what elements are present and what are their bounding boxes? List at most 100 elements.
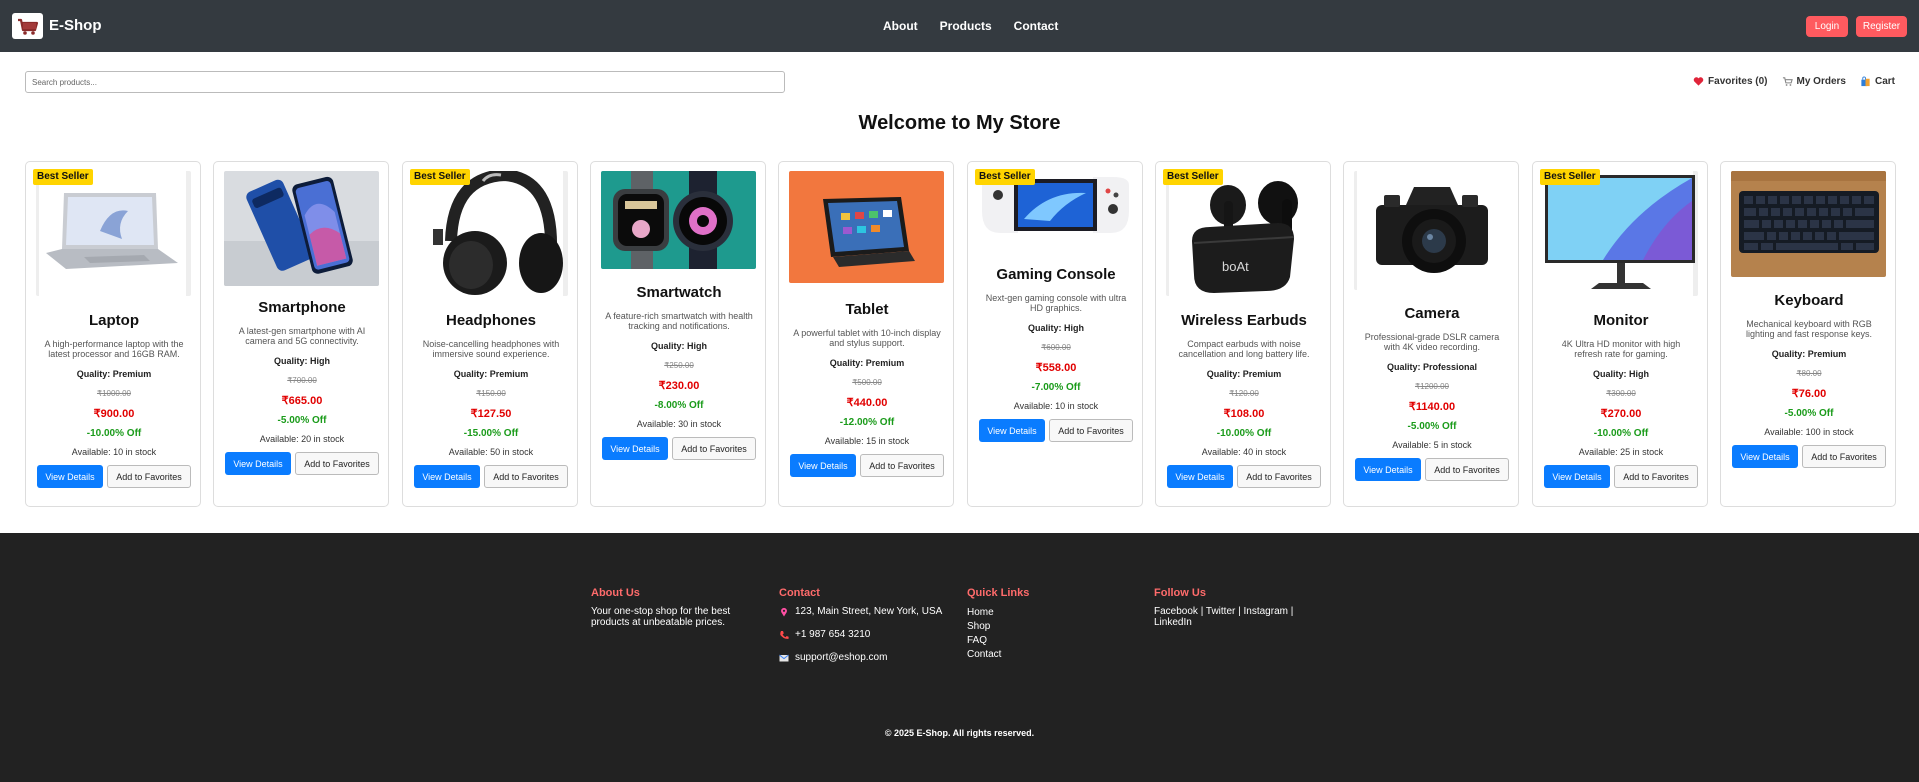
product-name[interactable]: Gaming Console <box>968 266 1144 284</box>
product-name[interactable]: Monitor <box>1533 312 1709 330</box>
product-card: Best Seller Monitor 4K Ultra HD monitor … <box>1532 161 1708 507</box>
user-links: Favorites (0) My Orders Cart <box>1679 76 1895 87</box>
monitor-image[interactable] <box>1543 171 1698 296</box>
footer-phone: +1 987 654 3210 <box>779 629 959 641</box>
product-quality: Quality: Premium <box>1771 349 1847 359</box>
stock-label: Available: 30 in stock <box>636 419 722 429</box>
sale-price: ₹230.00 <box>658 380 700 392</box>
footer-address: 123, Main Street, New York, USA <box>779 606 959 618</box>
cart-link[interactable]: Cart <box>1860 76 1895 87</box>
product-name[interactable]: Camera <box>1344 305 1520 323</box>
favorites-link[interactable]: Favorites (0) <box>1693 76 1768 87</box>
product-name[interactable]: Keyboard <box>1721 292 1897 310</box>
product-quality: Quality: High <box>1593 369 1649 379</box>
sale-price: ₹1140.00 <box>1408 401 1456 413</box>
login-button[interactable]: Login <box>1806 16 1848 37</box>
best-seller-badge: Best Seller <box>410 169 470 185</box>
view-details-button[interactable]: View Details <box>979 419 1045 442</box>
view-details-button[interactable]: View Details <box>1544 465 1610 488</box>
add-to-favorites-button[interactable]: Add to Favorites <box>484 465 568 488</box>
product-name[interactable]: Smartphone <box>214 299 390 317</box>
stock-label: Available: 10 in stock <box>1013 401 1099 411</box>
nav-contact[interactable]: Contact <box>1014 18 1059 34</box>
footer-link-home[interactable]: Home <box>967 606 1087 620</box>
product-card: Best Seller Headphones Noise-cancelling … <box>402 161 578 507</box>
headphones-image[interactable] <box>413 171 568 296</box>
discount-label: -8.00% Off <box>654 400 704 411</box>
orders-link[interactable]: My Orders <box>1782 76 1846 87</box>
view-details-button[interactable]: View Details <box>1355 458 1421 481</box>
heart-icon <box>1693 77 1704 86</box>
original-price: ₹700.00 <box>287 376 317 385</box>
search-input[interactable] <box>25 71 785 93</box>
smartwatch-image[interactable] <box>601 171 756 269</box>
product-description: Next-gen gaming console with ultra HD gr… <box>985 293 1127 313</box>
svg-text:boAt: boAt <box>1222 259 1249 274</box>
footer-follow: Follow Us Facebook | Twitter | Instagram… <box>1154 586 1304 628</box>
view-details-button[interactable]: View Details <box>602 437 668 460</box>
keyboard-image[interactable] <box>1731 171 1886 277</box>
smartphone-image[interactable] <box>224 171 379 286</box>
discount-label: -7.00% Off <box>1031 382 1081 393</box>
add-to-favorites-button[interactable]: Add to Favorites <box>295 452 379 475</box>
view-details-button[interactable]: View Details <box>225 452 291 475</box>
footer-link-shop[interactable]: Shop <box>967 620 1087 634</box>
stock-label: Available: 10 in stock <box>71 447 157 457</box>
nav-products[interactable]: Products <box>940 18 992 34</box>
original-price: ₹600.00 <box>1041 343 1071 352</box>
product-description: 4K Ultra HD monitor with high refresh ra… <box>1561 339 1681 359</box>
footer-contact: Contact 123, Main Street, New York, USA … <box>779 586 959 675</box>
add-to-favorites-button[interactable]: Add to Favorites <box>107 465 191 488</box>
product-quality: Quality: Premium <box>76 369 152 379</box>
original-price: ₹120.00 <box>1229 389 1259 398</box>
footer-email[interactable]: support@eshop.com <box>779 652 959 664</box>
add-to-favorites-button[interactable]: Add to Favorites <box>860 454 944 477</box>
product-name[interactable]: Headphones <box>403 312 579 330</box>
original-price: ₹300.00 <box>1606 389 1636 398</box>
earbuds-image[interactable]: boAt <box>1166 171 1321 296</box>
original-price: ₹80.00 <box>1796 369 1822 378</box>
product-quality: Quality: Premium <box>829 358 905 368</box>
sale-price: ₹76.00 <box>1791 388 1827 400</box>
cart-label: Cart <box>1874 76 1895 87</box>
view-details-button[interactable]: View Details <box>414 465 480 488</box>
add-to-favorites-button[interactable]: Add to Favorites <box>1237 465 1321 488</box>
product-name[interactable]: Wireless Earbuds <box>1156 312 1332 330</box>
product-quality: Quality: Premium <box>453 369 529 379</box>
product-card: Best Seller Gaming Console Next-gen gami… <box>967 161 1143 507</box>
register-button[interactable]: Register <box>1856 16 1907 37</box>
camera-image[interactable] <box>1354 171 1509 290</box>
product-name[interactable]: Tablet <box>779 301 955 319</box>
stock-label: Available: 15 in stock <box>824 436 910 446</box>
shopping-cart-logo-icon[interactable] <box>12 13 43 39</box>
stock-label: Available: 25 in stock <box>1578 447 1664 457</box>
view-details-button[interactable]: View Details <box>1167 465 1233 488</box>
product-quality: Quality: Professional <box>1386 362 1478 372</box>
footer-link-contact[interactable]: Contact <box>967 648 1087 662</box>
product-name[interactable]: Laptop <box>26 312 202 330</box>
favorites-label: Favorites (0) <box>1708 76 1768 87</box>
tablet-image[interactable] <box>789 171 944 283</box>
view-details-button[interactable]: View Details <box>37 465 103 488</box>
footer-social-links[interactable]: Facebook | Twitter | Instagram | LinkedI… <box>1154 606 1304 628</box>
add-to-favorites-button[interactable]: Add to Favorites <box>1802 445 1886 468</box>
location-pin-icon <box>781 607 787 617</box>
add-to-favorites-button[interactable]: Add to Favorites <box>672 437 756 460</box>
add-to-favorites-button[interactable]: Add to Favorites <box>1425 458 1509 481</box>
product-quality: Quality: Premium <box>1206 369 1282 379</box>
add-to-favorites-button[interactable]: Add to Favorites <box>1049 419 1133 442</box>
stock-label: Available: 40 in stock <box>1201 447 1287 457</box>
laptop-image[interactable] <box>36 171 191 296</box>
view-details-button[interactable]: View Details <box>790 454 856 477</box>
footer-link-faq[interactable]: FAQ <box>967 634 1087 648</box>
original-price: ₹150.00 <box>476 389 506 398</box>
view-details-button[interactable]: View Details <box>1732 445 1798 468</box>
product-name[interactable]: Smartwatch <box>591 284 767 302</box>
main-nav: About Products Contact <box>883 18 1080 34</box>
nav-about[interactable]: About <box>883 18 918 34</box>
discount-label: -15.00% Off <box>463 428 519 439</box>
add-to-favorites-button[interactable]: Add to Favorites <box>1614 465 1698 488</box>
cart-icon <box>1782 77 1793 86</box>
brand-name[interactable]: E-Shop <box>49 16 102 36</box>
stock-label: Available: 50 in stock <box>448 447 534 457</box>
